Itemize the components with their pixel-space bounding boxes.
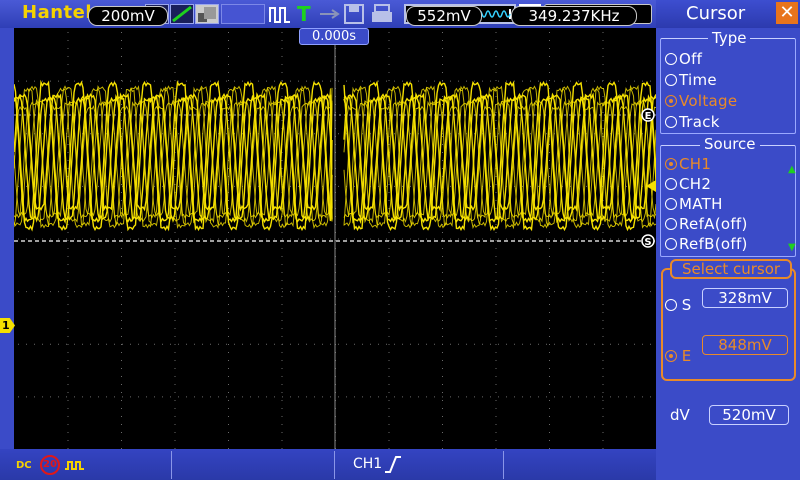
source-option-refb[interactable]: RefB(off) — [665, 235, 748, 253]
delta-label: dV — [670, 406, 690, 424]
trigger-level-readout[interactable]: 552mV — [406, 6, 482, 26]
cursor-s-label: S — [644, 237, 651, 248]
ch1-volts-div[interactable]: 200mV — [88, 6, 168, 26]
radio-icon — [665, 74, 677, 86]
type-group-title: Type — [708, 29, 751, 47]
bandwidth-limit-icon: 20 — [40, 455, 60, 475]
cursor-e-option[interactable]: E — [665, 347, 691, 365]
source-option-math[interactable]: MATH — [665, 195, 723, 213]
waveform-display[interactable]: ES — [14, 28, 656, 449]
display-vector-icon[interactable] — [170, 4, 194, 24]
radio-icon — [665, 238, 677, 250]
radio-selected-icon — [665, 158, 677, 170]
usb-icon — [318, 4, 342, 24]
separator — [334, 451, 335, 479]
printer-icon[interactable] — [370, 4, 396, 24]
empty-slot-icon — [221, 4, 265, 24]
select-cursor-title: Select cursor — [670, 259, 792, 279]
trigger-source-label[interactable]: CH1 — [353, 456, 382, 472]
run-stop-icon[interactable] — [268, 4, 294, 24]
cursor-s-value[interactable]: 328mV — [702, 288, 788, 308]
radio-icon — [665, 218, 677, 230]
cursor-e-value[interactable]: 848mV — [702, 335, 788, 355]
trigger-position-readout[interactable]: 0.000s — [299, 28, 369, 45]
ch1-offset-marker[interactable]: 1 — [0, 318, 15, 333]
source-option-ch1[interactable]: CH1 — [665, 155, 711, 173]
radio-icon — [665, 116, 677, 128]
scroll-up-icon[interactable]: ▲ — [788, 164, 796, 175]
frequency-readout: 349.237KHz — [511, 6, 637, 26]
radio-icon — [665, 299, 677, 311]
cursor-e-label: E — [645, 111, 652, 122]
trigger-t-icon[interactable]: T — [297, 2, 311, 26]
radio-icon — [665, 198, 677, 210]
radio-selected-icon — [665, 350, 677, 362]
separator — [171, 451, 172, 479]
rising-edge-icon — [384, 454, 402, 478]
radio-selected-icon — [665, 95, 677, 107]
type-option-voltage[interactable]: Voltage — [665, 92, 737, 110]
radio-icon — [665, 53, 677, 65]
type-option-time[interactable]: Time — [665, 71, 717, 89]
close-icon[interactable]: ✕ — [776, 2, 798, 24]
persistence-icon[interactable] — [195, 4, 219, 24]
separator — [503, 451, 504, 479]
delta-value: 520mV — [709, 405, 789, 425]
coupling-dc-icon: DC — [16, 460, 32, 471]
source-option-ch2[interactable]: CH2 — [665, 175, 711, 193]
type-option-off[interactable]: Off — [665, 50, 702, 68]
bottom-status-bar — [0, 449, 656, 480]
waveform-canvas: ES — [14, 28, 656, 449]
cursor-s-option[interactable]: S — [665, 296, 691, 314]
save-disk-icon[interactable] — [344, 4, 366, 24]
probe-icon — [64, 458, 86, 477]
source-group-title: Source — [700, 135, 760, 153]
brand-logo: Hantek — [22, 2, 98, 23]
type-option-track[interactable]: Track — [665, 113, 720, 131]
radio-icon — [665, 178, 677, 190]
source-option-refa[interactable]: RefA(off) — [665, 215, 748, 233]
scroll-down-icon[interactable]: ▼ — [788, 242, 796, 253]
